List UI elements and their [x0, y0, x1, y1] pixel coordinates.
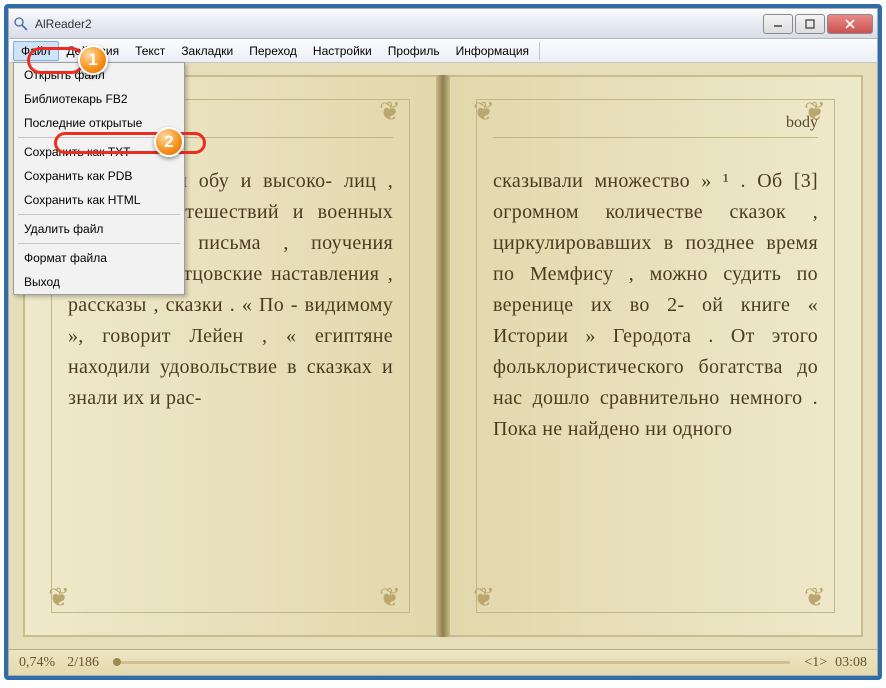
- status-time: 03:08: [835, 655, 867, 671]
- file-dropdown: Открыть файл Библиотекарь FB2 Последние …: [13, 62, 185, 295]
- menubar: Файл Действия Текст Закладки Переход Нас…: [9, 39, 877, 63]
- ornament-icon: ❦: [379, 582, 413, 616]
- close-button[interactable]: [827, 14, 873, 34]
- dropdown-separator: [18, 243, 180, 244]
- window-title: AlReader2: [35, 17, 763, 31]
- ornament-icon: ❦: [804, 96, 838, 130]
- status-chapter: <1>: [804, 655, 827, 671]
- dropdown-exit[interactable]: Выход: [14, 270, 184, 294]
- annotation-badge-1: 1: [78, 45, 108, 75]
- menu-profile[interactable]: Профиль: [380, 41, 448, 61]
- right-page[interactable]: ❦ ❦ ❦ ❦ body сказывали множество » ¹ . О…: [450, 75, 863, 637]
- progress-slider[interactable]: [113, 661, 790, 664]
- annotation-badge-2: 2: [154, 127, 184, 157]
- menu-text[interactable]: Текст: [127, 41, 173, 61]
- window-controls: [763, 14, 873, 34]
- menubar-separator: [539, 42, 540, 60]
- dropdown-save-pdb[interactable]: Сохранить как PDB: [14, 164, 184, 188]
- ornament-icon: ❦: [48, 582, 82, 616]
- status-percent: 0,74%: [19, 655, 55, 671]
- minimize-button[interactable]: [763, 14, 793, 34]
- app-window: AlReader2 Файл Действия Текст Закладки П…: [8, 8, 878, 676]
- ornament-icon: ❦: [804, 582, 838, 616]
- menu-settings[interactable]: Настройки: [305, 41, 380, 61]
- menu-file[interactable]: Файл: [13, 41, 59, 61]
- app-icon: [13, 16, 29, 32]
- menu-bookmarks[interactable]: Закладки: [173, 41, 241, 61]
- dropdown-file-format[interactable]: Формат файла: [14, 246, 184, 270]
- titlebar: AlReader2: [9, 9, 877, 39]
- right-page-text: сказывали множество » ¹ . Об [3] огромно…: [493, 166, 818, 445]
- dropdown-save-html[interactable]: Сохранить как HTML: [14, 188, 184, 212]
- ornament-icon: ❦: [379, 96, 413, 130]
- ornament-icon: ❦: [473, 582, 507, 616]
- statusbar: 0,74% 2/186 <1> 03:08: [9, 649, 877, 675]
- menu-info[interactable]: Информация: [448, 41, 537, 61]
- ornament-icon: ❦: [473, 96, 507, 130]
- maximize-button[interactable]: [795, 14, 825, 34]
- right-page-header: body: [493, 114, 818, 138]
- book-spine: [436, 75, 450, 637]
- dropdown-librarian-fb2[interactable]: Библиотекарь FB2: [14, 87, 184, 111]
- dropdown-delete-file[interactable]: Удалить файл: [14, 217, 184, 241]
- menu-goto[interactable]: Переход: [241, 41, 305, 61]
- dropdown-separator: [18, 214, 180, 215]
- status-pages: 2/186: [67, 655, 99, 671]
